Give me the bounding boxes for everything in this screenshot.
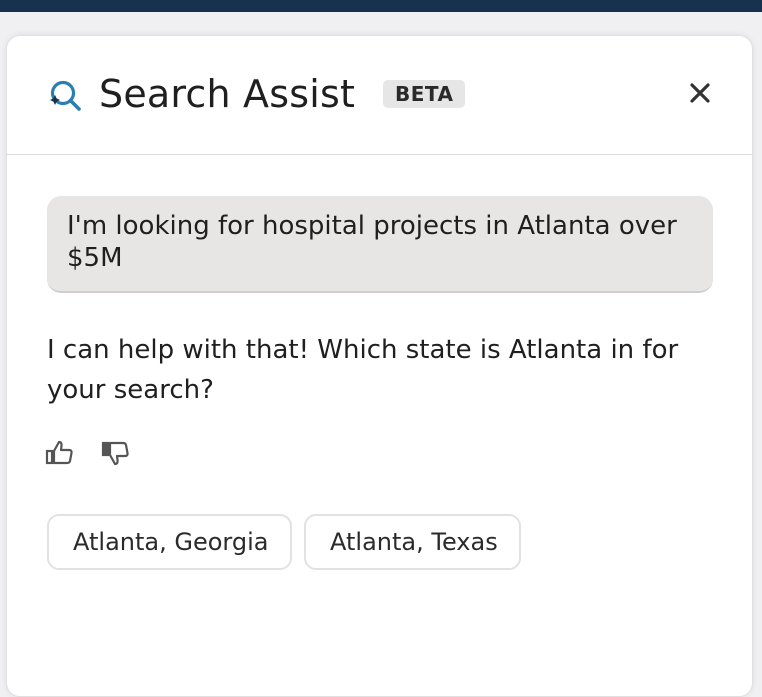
thumbs-up-icon[interactable] (45, 438, 75, 468)
beta-badge: BETA (383, 80, 466, 108)
panel-header: Search Assist BETA (7, 36, 752, 155)
top-navigation-bar (0, 0, 762, 12)
close-icon[interactable] (685, 78, 715, 108)
user-message-bubble: I'm looking for hospital projects in Atl… (47, 196, 713, 293)
suggestion-chip-atlanta-texas[interactable]: Atlanta, Texas (304, 514, 521, 570)
assistant-message: I can help with that! Which state is Atl… (47, 335, 679, 405)
panel-title: Search Assist (99, 72, 356, 116)
suggestion-chip-atlanta-georgia[interactable]: Atlanta, Georgia (47, 514, 292, 570)
thumbs-down-icon[interactable] (101, 438, 131, 468)
search-assist-icon (47, 78, 83, 114)
search-assist-panel: Search Assist BETA I'm looking for hospi… (6, 35, 753, 697)
